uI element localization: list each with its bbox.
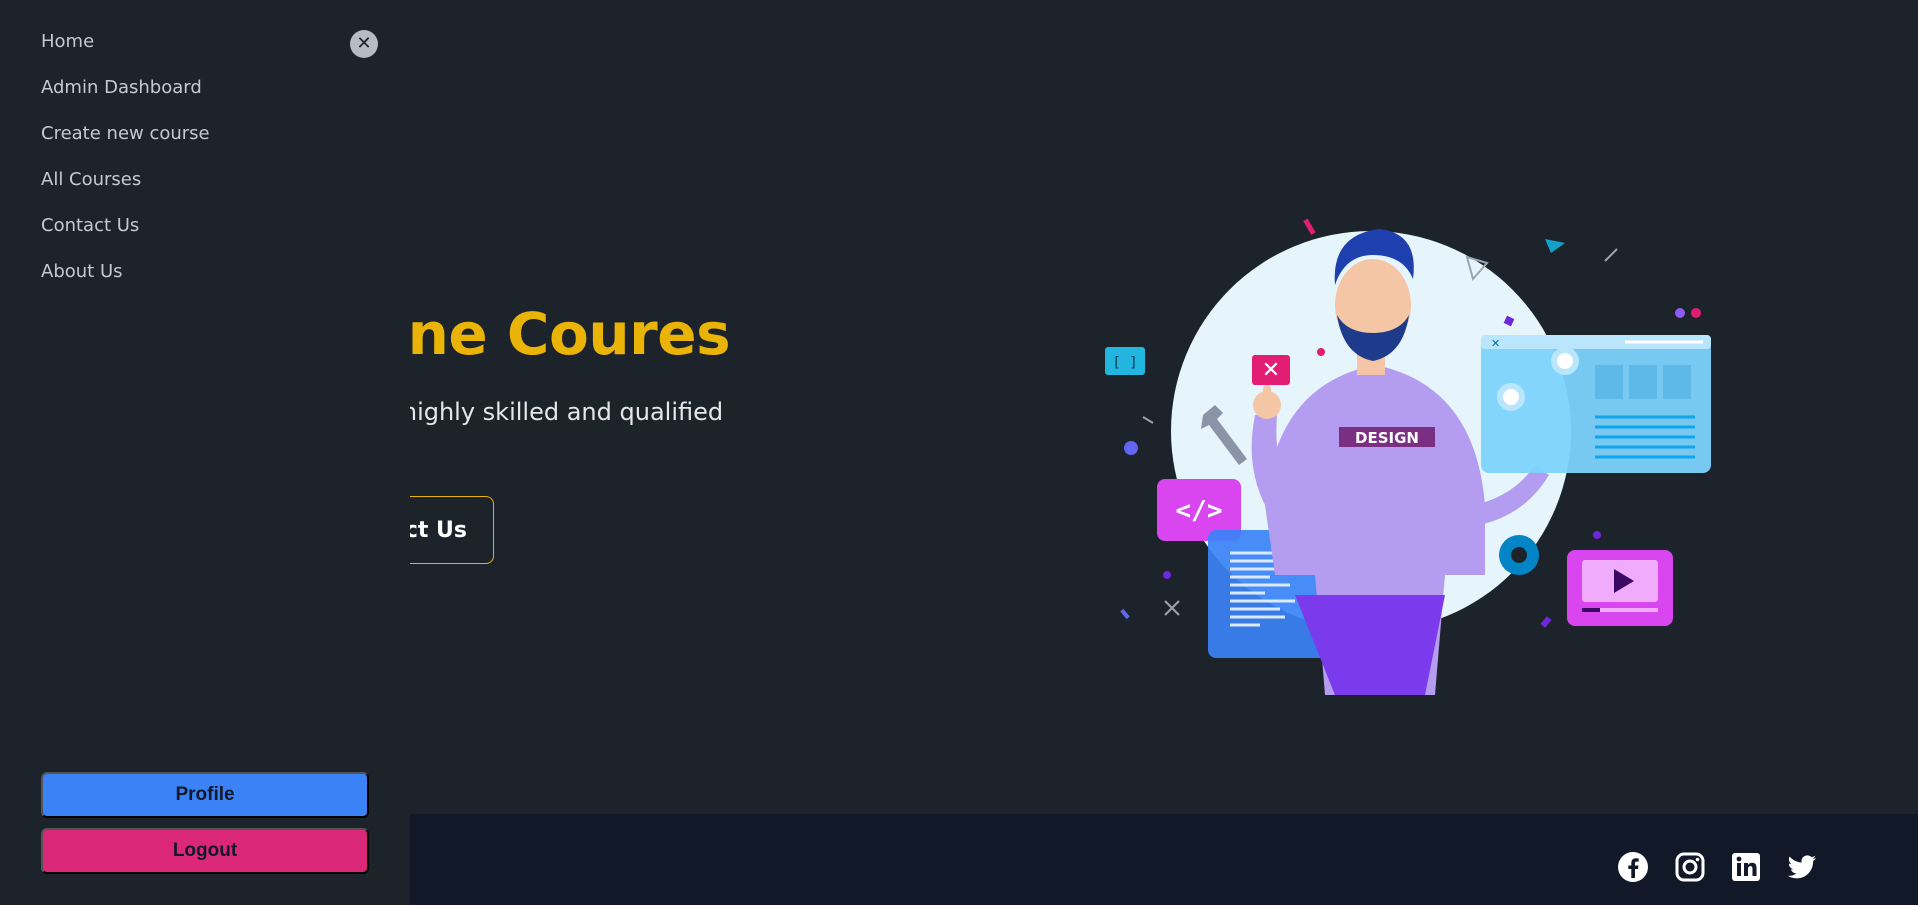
sidebar-drawer: ✕ Home Admin Dashboard Create new course…: [0, 0, 410, 905]
linkedin-icon[interactable]: [1730, 851, 1762, 883]
sidebar-item-about-us[interactable]: About Us: [41, 260, 210, 306]
shirt-badge-text: DESIGN: [1355, 429, 1419, 447]
facebook-icon[interactable]: [1617, 851, 1649, 883]
logout-button[interactable]: Logout: [41, 828, 369, 874]
sidebar-nav: Home Admin Dashboard Create new course A…: [41, 30, 210, 306]
profile-button[interactable]: Profile: [41, 772, 369, 818]
svg-text:✕: ✕: [1491, 337, 1500, 350]
sidebar-item-admin-dashboard[interactable]: Admin Dashboard: [41, 76, 210, 122]
instagram-icon[interactable]: [1674, 851, 1706, 883]
svg-text:✕: ✕: [1262, 358, 1280, 383]
twitter-icon[interactable]: [1786, 851, 1818, 883]
hero-illustration: [ ] </> DESIGN ✕ ✕: [1105, 218, 1711, 695]
svg-text:[ ]: [ ]: [1112, 355, 1137, 371]
svg-text:</>: </>: [1176, 496, 1223, 526]
sidebar-item-contact-us[interactable]: Contact Us: [41, 214, 210, 260]
sidebar-item-home[interactable]: Home: [41, 30, 210, 76]
close-icon[interactable]: ✕: [350, 30, 378, 58]
sidebar-item-all-courses[interactable]: All Courses: [41, 168, 210, 214]
sidebar-item-create-new-course[interactable]: Create new course: [41, 122, 210, 168]
